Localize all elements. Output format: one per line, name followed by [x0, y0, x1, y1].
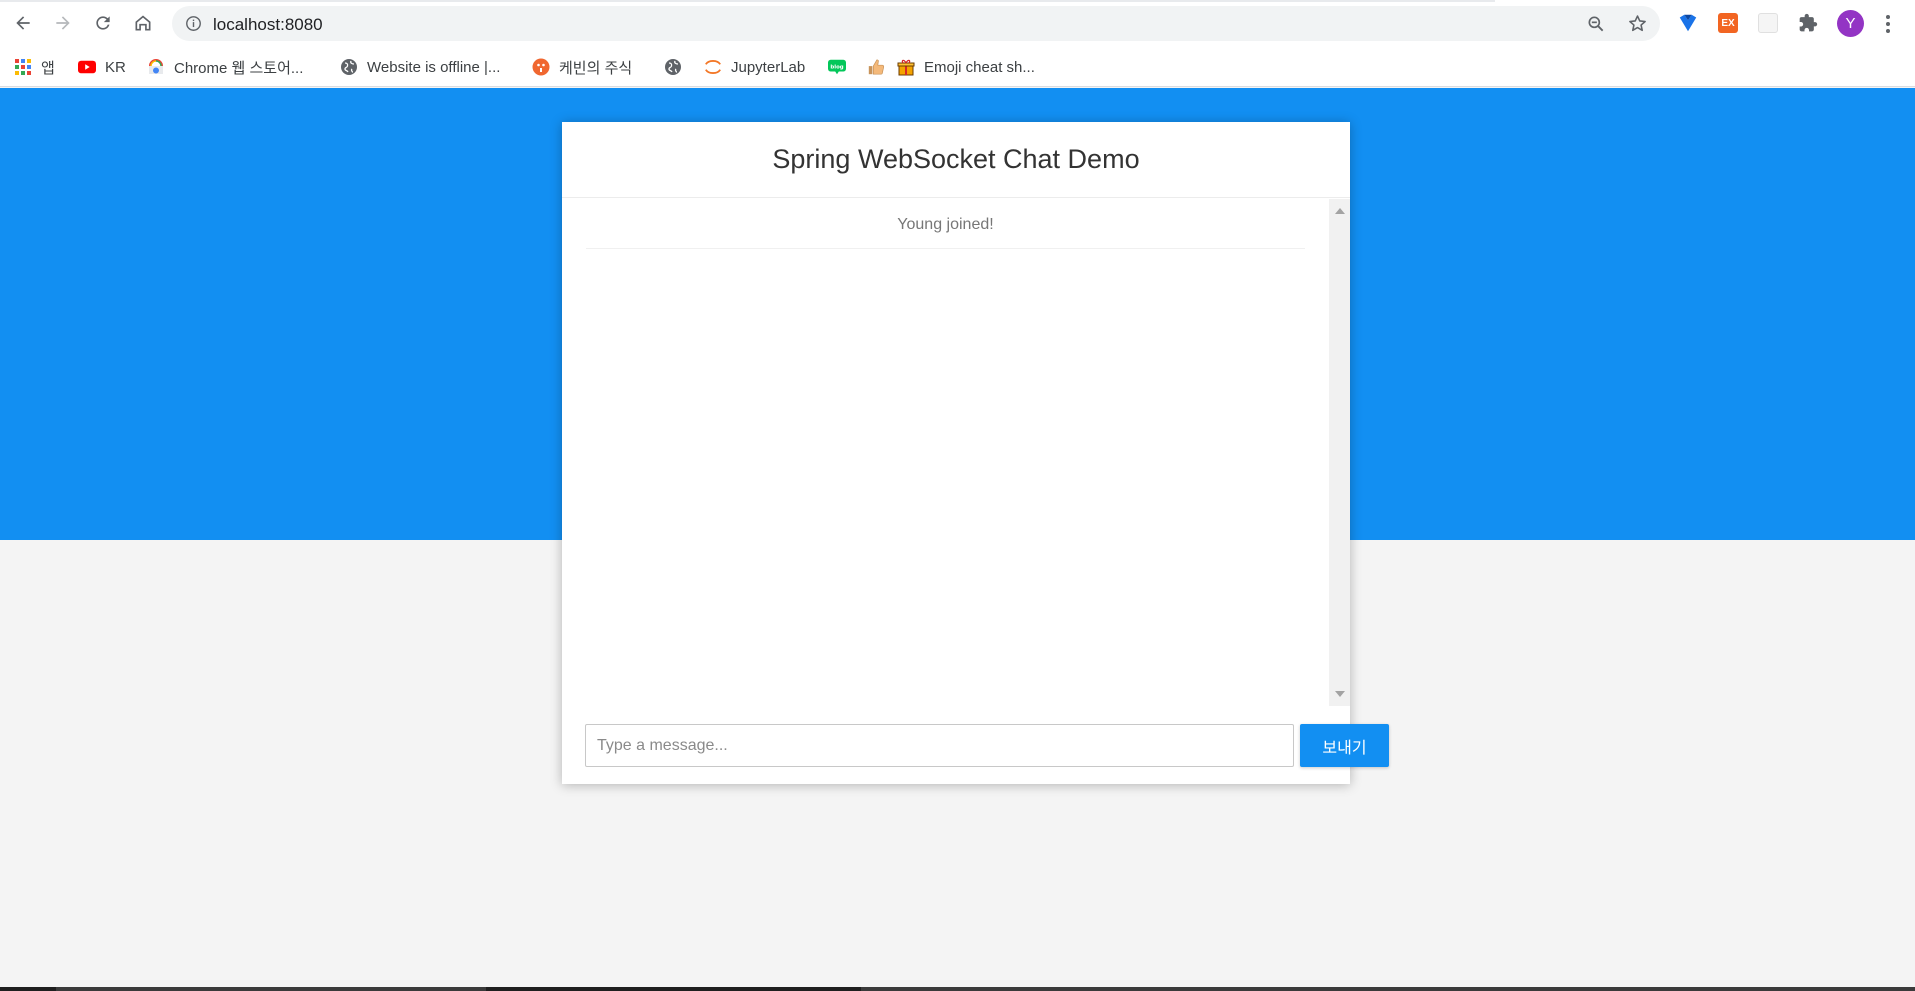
message-list: Young joined! [562, 199, 1329, 706]
back-button[interactable] [8, 8, 38, 38]
bookmark-chrome-webstore[interactable]: Chrome 웹 스토어... [147, 53, 303, 81]
info-icon[interactable] [185, 15, 202, 32]
home-icon [135, 15, 151, 31]
page-content: Spring WebSocket Chat Demo Young joined!… [0, 88, 1915, 991]
svg-text:blog: blog [830, 64, 843, 70]
bookmark-label: Chrome 웹 스토어... [174, 59, 304, 77]
zoom-out-icon[interactable] [1586, 14, 1606, 34]
globe-icon [664, 58, 682, 76]
bookmark-website-offline[interactable]: Website is offline |... [340, 53, 500, 81]
bookmarks-bar: 앱 KR Chrome 웹 스토어... Website is offline … [0, 47, 1915, 87]
taskbar-edge [0, 987, 1915, 991]
bookmark-label: 앱 [41, 59, 55, 77]
browser-toolbar: localhost:8080 EX Y [0, 0, 1915, 47]
ex-label: EX [1721, 17, 1735, 29]
page-title: Spring WebSocket Chat Demo [772, 144, 1140, 174]
profile-avatar[interactable]: Y [1837, 10, 1864, 37]
forward-button[interactable] [48, 8, 78, 38]
kevin-stock-icon [532, 58, 550, 76]
bookmark-youtube-kr[interactable]: KR [78, 53, 126, 81]
arrow-right-icon [56, 16, 70, 30]
scroll-up-arrow-icon[interactable] [1335, 208, 1345, 214]
bookmark-emoji-cheat-sheet[interactable]: Emoji cheat sh... [897, 53, 1035, 81]
bookmark-thumbs-up[interactable] [867, 53, 894, 81]
chat-header: Spring WebSocket Chat Demo [562, 122, 1350, 198]
url-text[interactable]: localhost:8080 [213, 15, 323, 35]
event-message-text: Young joined! [897, 215, 994, 233]
chrome-webstore-icon [147, 58, 165, 76]
reload-icon [96, 16, 110, 30]
bookmark-star-icon[interactable] [1627, 13, 1648, 34]
message-form: 보내기 [562, 706, 1389, 784]
send-button[interactable]: 보내기 [1300, 724, 1389, 767]
thumbs-up-icon [867, 58, 885, 76]
bookmark-label: Website is offline |... [367, 58, 501, 76]
diamond-icon [1679, 14, 1697, 32]
loading-indicator [0, 0, 1495, 2]
puzzle-icon [1799, 13, 1818, 32]
bookmark-label: KR [105, 58, 126, 76]
bookmark-label: JupyterLab [731, 58, 806, 76]
bookmark-globe[interactable] [664, 53, 691, 81]
extension-ex[interactable]: EX [1718, 13, 1738, 33]
apps-grid-icon [14, 58, 32, 76]
bookmark-label: Emoji cheat sh... [924, 58, 1035, 76]
bookmark-kevin-stock[interactable]: 케빈의 주식 [532, 53, 632, 81]
arrow-left-icon [16, 16, 30, 30]
bookmark-jupyterlab[interactable]: JupyterLab [704, 53, 805, 81]
message-scrollbar[interactable] [1329, 199, 1350, 706]
event-message: Young joined! [586, 199, 1305, 249]
extensions-button[interactable] [1797, 12, 1819, 34]
bookmark-apps[interactable]: 앱 [14, 53, 55, 81]
globe-icon [340, 58, 358, 76]
jupyter-icon [704, 58, 722, 76]
gift-icon [897, 58, 915, 76]
scroll-down-arrow-icon[interactable] [1335, 691, 1345, 697]
address-bar[interactable]: localhost:8080 [172, 6, 1660, 41]
chrome-menu-icon[interactable] [1878, 12, 1898, 36]
bookmark-label: 케빈의 주식 [559, 59, 633, 77]
bookmark-naver-blog[interactable]: blog [828, 53, 855, 81]
extension-diamond[interactable] [1677, 12, 1699, 34]
naver-blog-icon: blog [828, 58, 846, 76]
chat-container: Spring WebSocket Chat Demo Young joined!… [562, 122, 1389, 784]
home-button[interactable] [128, 8, 158, 38]
extension-blank[interactable] [1758, 13, 1778, 33]
message-area: Young joined! [562, 199, 1350, 706]
avatar-initial: Y [1845, 15, 1856, 32]
reload-button[interactable] [88, 8, 118, 38]
message-input[interactable] [585, 724, 1294, 767]
youtube-icon [78, 58, 96, 76]
